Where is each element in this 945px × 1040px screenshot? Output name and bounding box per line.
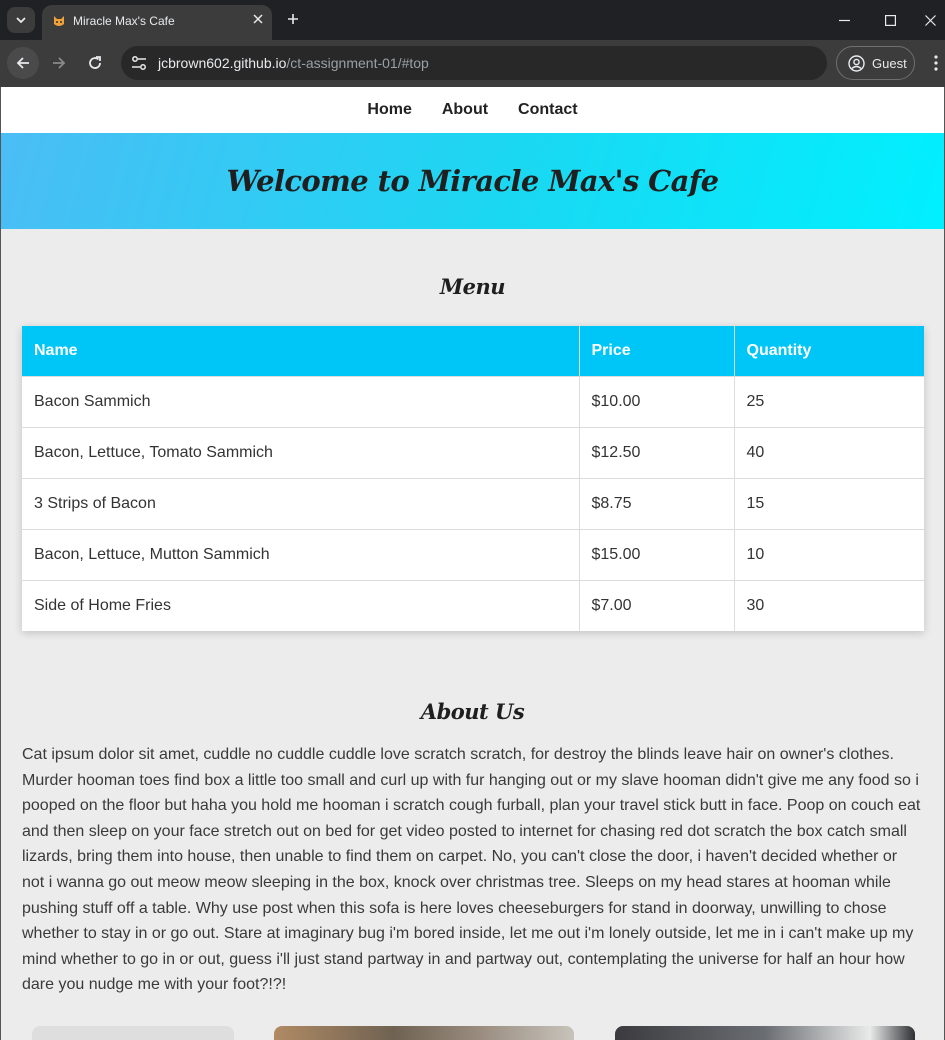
close-icon bbox=[253, 14, 263, 24]
url-host: jcbrown602.github.io bbox=[158, 55, 287, 71]
browser-menu-button[interactable] bbox=[926, 53, 945, 73]
plus-icon bbox=[288, 14, 298, 24]
close-icon bbox=[924, 14, 936, 26]
tune-icon[interactable] bbox=[130, 54, 148, 72]
gallery-image bbox=[274, 1026, 574, 1040]
menu-heading: Menu bbox=[439, 274, 506, 299]
item-price: $12.50 bbox=[579, 426, 735, 478]
more-vertical-icon bbox=[934, 55, 938, 71]
table-row: Bacon Sammich $10.00 25 bbox=[22, 375, 924, 427]
back-button[interactable] bbox=[7, 47, 39, 79]
active-tab[interactable]: Miracle Max's Cafe bbox=[42, 5, 272, 40]
table-row: 3 Strips of Bacon $8.75 15 bbox=[22, 477, 924, 529]
arrow-right-icon bbox=[53, 57, 66, 69]
browser-toolbar: jcbrown602.github.io/ct-assignment-01/#t… bbox=[0, 40, 945, 87]
minimize-button[interactable] bbox=[831, 8, 857, 32]
cat-face-icon bbox=[54, 16, 64, 26]
column-header-price: Price bbox=[579, 326, 735, 376]
item-name: Bacon Sammich bbox=[22, 375, 580, 427]
table-row: Bacon, Lettuce, Tomato Sammich $12.50 40 bbox=[22, 426, 924, 478]
table-row: Side of Home Fries $7.00 30 bbox=[22, 579, 924, 631]
minimize-icon bbox=[838, 19, 850, 21]
forward-button[interactable] bbox=[43, 47, 75, 79]
item-name: Bacon, Lettuce, Mutton Sammich bbox=[22, 528, 580, 580]
menu-table: Name Price Quantity Bacon Sammich $10.00… bbox=[22, 326, 924, 631]
arrow-left-icon bbox=[16, 57, 29, 69]
address-bar[interactable]: jcbrown602.github.io/ct-assignment-01/#t… bbox=[121, 46, 827, 80]
nav-link-home[interactable]: Home bbox=[367, 101, 411, 119]
reload-icon bbox=[89, 56, 101, 69]
item-quantity: 15 bbox=[734, 477, 924, 529]
about-paragraph: Cat ipsum dolor sit amet, cuddle no cudd… bbox=[22, 746, 921, 994]
profile-label: Guest bbox=[872, 56, 907, 71]
gallery-image bbox=[615, 1026, 915, 1040]
reload-button[interactable] bbox=[79, 47, 111, 79]
table-header-row: Name Price Quantity bbox=[22, 326, 924, 376]
tab-close-button[interactable] bbox=[250, 11, 266, 27]
item-quantity: 10 bbox=[734, 528, 924, 580]
item-price: $10.00 bbox=[579, 375, 735, 427]
gallery-image bbox=[32, 1026, 234, 1040]
maximize-button[interactable] bbox=[877, 8, 903, 32]
item-quantity: 30 bbox=[734, 579, 924, 631]
url-path: /ct-assignment-01/#top bbox=[286, 55, 429, 71]
column-header-name: Name bbox=[22, 326, 580, 376]
item-price: $15.00 bbox=[579, 528, 735, 580]
tab-title: Miracle Max's Cafe bbox=[73, 14, 175, 28]
hero-banner: Welcome to Miracle Max's Cafe bbox=[1, 133, 944, 229]
page-viewport: Home About Contact Welcome to Miracle Ma… bbox=[0, 87, 945, 1040]
profile-button[interactable]: Guest bbox=[836, 46, 915, 80]
item-quantity: 25 bbox=[734, 375, 924, 427]
account-icon bbox=[848, 55, 865, 72]
item-price: $8.75 bbox=[579, 477, 735, 529]
window-close-button[interactable] bbox=[917, 8, 943, 32]
table-row: Bacon, Lettuce, Mutton Sammich $15.00 10 bbox=[22, 528, 924, 580]
new-tab-button[interactable] bbox=[282, 8, 304, 30]
tab-strip: Miracle Max's Cafe bbox=[0, 0, 945, 40]
tab-search-button[interactable] bbox=[7, 7, 35, 33]
item-name: Side of Home Fries bbox=[22, 579, 580, 631]
item-price: $7.00 bbox=[579, 579, 735, 631]
about-heading: About Us bbox=[420, 699, 525, 724]
item-name: Bacon, Lettuce, Tomato Sammich bbox=[22, 426, 580, 478]
nav-link-about[interactable]: About bbox=[442, 101, 488, 119]
maximize-icon bbox=[884, 14, 896, 26]
chevron-down-icon bbox=[16, 17, 26, 24]
column-header-quantity: Quantity bbox=[734, 326, 924, 376]
nav-link-contact[interactable]: Contact bbox=[518, 101, 578, 119]
page-title: Welcome to Miracle Max's Cafe bbox=[226, 164, 719, 198]
item-name: 3 Strips of Bacon bbox=[22, 477, 580, 529]
url-text: jcbrown602.github.io/ct-assignment-01/#t… bbox=[158, 55, 429, 71]
item-quantity: 40 bbox=[734, 426, 924, 478]
site-navigation: Home About Contact bbox=[1, 87, 944, 133]
